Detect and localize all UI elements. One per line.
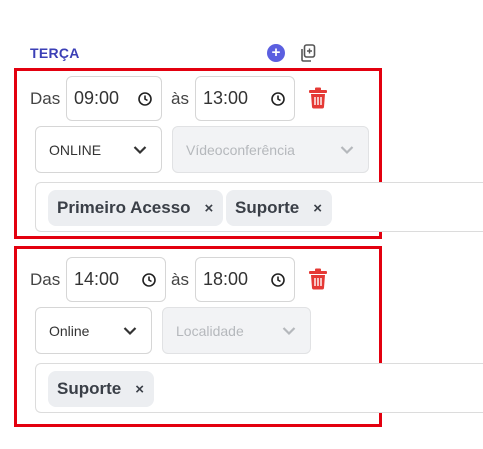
clock-icon — [142, 272, 156, 287]
to-label: às — [171, 89, 189, 108]
from-label: Das — [30, 270, 61, 289]
clock-icon — [271, 272, 285, 287]
chevron-down-icon — [282, 326, 296, 335]
mode-select[interactable]: Online — [35, 307, 152, 354]
tag-chip: Suporte × — [226, 190, 332, 226]
plus-circle-icon[interactable]: + — [267, 44, 285, 62]
end-time-input[interactable]: 13:00 — [195, 76, 295, 121]
mode-select[interactable]: ONLINE — [35, 126, 162, 173]
clock-icon — [138, 91, 152, 106]
remove-tag-icon[interactable]: × — [135, 381, 144, 398]
chevron-down-icon — [133, 145, 147, 154]
start-time-input[interactable]: 09:00 — [66, 76, 162, 121]
chevron-down-icon — [123, 326, 137, 335]
location-placeholder: Vídeoconferência — [186, 141, 295, 158]
tag-chip: Primeiro Acesso × — [48, 190, 224, 226]
chevron-down-icon — [340, 145, 354, 154]
tag-label: Suporte — [235, 198, 300, 217]
to-label: às — [171, 270, 189, 289]
day-title: TERÇA — [30, 45, 80, 61]
end-time-input[interactable]: 18:00 — [195, 257, 295, 302]
mode-select-value: ONLINE — [49, 141, 102, 158]
remove-tag-icon[interactable]: × — [313, 200, 322, 217]
tag-label: Suporte — [57, 379, 122, 398]
start-time-input[interactable]: 14:00 — [66, 257, 166, 302]
copy-icon[interactable] — [300, 44, 316, 62]
location-placeholder: Localidade — [176, 322, 244, 339]
start-time-value: 09:00 — [74, 88, 120, 108]
clock-icon — [271, 91, 285, 106]
mode-select-value: Online — [49, 322, 90, 339]
remove-tag-icon[interactable]: × — [205, 200, 214, 217]
end-time-value: 13:00 — [203, 88, 249, 108]
tag-label: Primeiro Acesso — [57, 198, 191, 217]
from-label: Das — [30, 89, 61, 108]
tag-chip: Suporte × — [48, 371, 154, 407]
end-time-value: 18:00 — [203, 269, 249, 289]
trash-icon[interactable] — [308, 268, 328, 290]
location-select[interactable]: Localidade — [162, 307, 311, 354]
start-time-value: 14:00 — [74, 269, 120, 289]
trash-icon[interactable] — [308, 87, 328, 109]
location-select[interactable]: Vídeoconferência — [172, 126, 369, 173]
